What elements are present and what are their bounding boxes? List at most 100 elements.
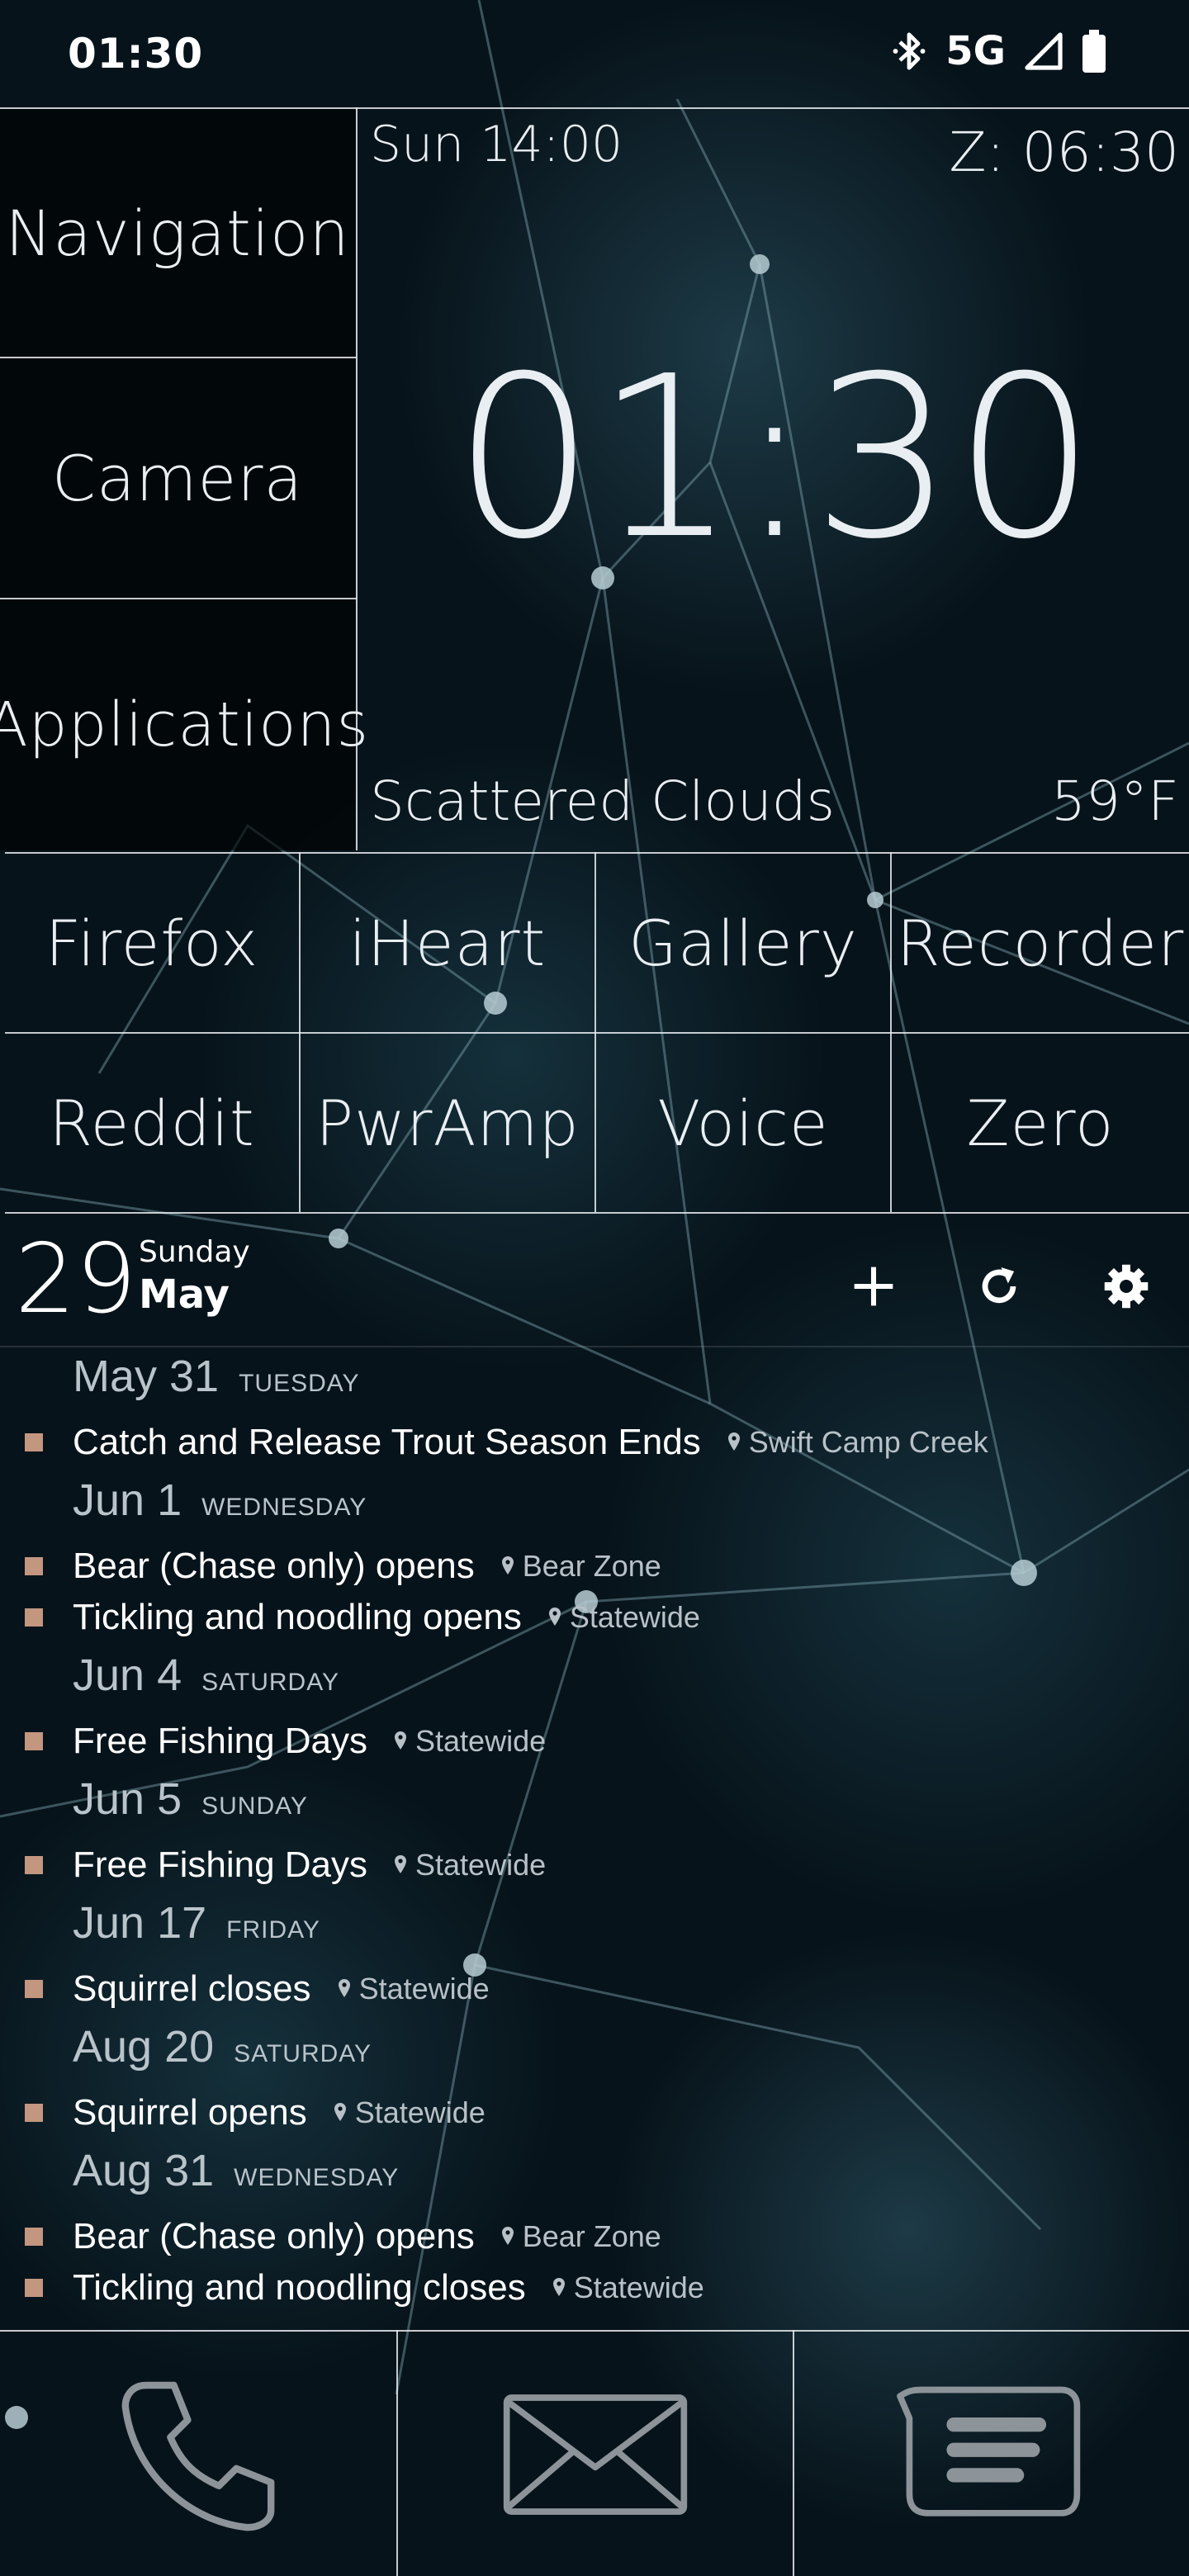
location-pin-icon <box>501 1556 514 1574</box>
app-gallery[interactable]: Gallery <box>596 854 890 1032</box>
status-icons: 5G <box>891 28 1106 74</box>
refresh-icon <box>982 1267 1016 1304</box>
app-label: PwrAmp <box>315 1086 580 1160</box>
next-alarm-day[interactable]: Sun 14:00 <box>370 116 623 173</box>
location-pin-icon <box>727 1432 740 1451</box>
navigation-label: Navigation <box>5 196 350 270</box>
event-location: Bear Zone <box>501 1549 661 1584</box>
phone-icon <box>121 2381 275 2531</box>
calendar-month: May <box>139 1271 230 1318</box>
applications-label: Applications <box>0 689 370 760</box>
calendar-weekday: Sunday <box>139 1235 250 1269</box>
alarm-time[interactable]: Z: 06:30 <box>949 121 1179 184</box>
event-color-marker <box>25 1433 43 1451</box>
app-recorder[interactable]: Recorder <box>892 854 1189 1032</box>
mail-button[interactable] <box>398 2333 793 2576</box>
event-color-marker <box>25 1557 43 1575</box>
app-label: Gallery <box>628 906 858 980</box>
status-time: 01:30 <box>68 30 204 78</box>
event-color-marker <box>25 1856 43 1874</box>
app-pwramp[interactable]: PwrAmp <box>301 1034 594 1212</box>
event-title: Free Fishing Days <box>73 1721 368 1761</box>
temperature[interactable]: 59°F <box>1051 769 1179 833</box>
event-location: Statewide <box>552 2271 704 2305</box>
event-title: Tickling and noodling opens <box>73 1597 522 1637</box>
app-label: Voice <box>657 1086 829 1160</box>
date-header: May 31 TUESDAY <box>73 1352 360 1401</box>
location-pin-icon <box>338 1979 350 1997</box>
event-item[interactable]: Bear (Chase only) opens Bear Zone <box>25 2216 661 2257</box>
app-label: Reddit <box>49 1086 255 1160</box>
date-header: Jun 4 SATURDAY <box>73 1650 340 1700</box>
event-item[interactable]: Bear (Chase only) opens Bear Zone <box>25 1546 661 1587</box>
network-type: 5G <box>945 28 1006 74</box>
app-label: Firefox <box>45 906 259 980</box>
event-location: Statewide <box>334 2095 486 2130</box>
messages-button[interactable] <box>794 2333 1189 2576</box>
phone-button[interactable] <box>0 2333 396 2576</box>
refresh-button[interactable] <box>966 1253 1032 1319</box>
settings-button[interactable] <box>1093 1253 1159 1319</box>
status-bar: 01:30 5G <box>0 0 1189 107</box>
location-pin-icon <box>548 1608 561 1626</box>
location-pin-icon <box>395 1855 407 1873</box>
date-header: Aug 20 SATURDAY <box>73 2022 372 2072</box>
event-title: Squirrel opens <box>73 2092 307 2133</box>
event-location: Swift Camp Creek <box>727 1425 988 1460</box>
event-color-marker <box>25 1732 43 1750</box>
messages-icon <box>897 2386 1081 2517</box>
date-header: Jun 17 FRIDAY <box>73 1898 320 1948</box>
event-location: Bear Zone <box>501 2219 661 2254</box>
event-item[interactable]: Catch and Release Trout Season Ends Swif… <box>25 1422 988 1463</box>
app-firefox[interactable]: Firefox <box>5 854 299 1032</box>
location-pin-icon <box>501 2227 514 2245</box>
event-title: Bear (Chase only) opens <box>73 1546 475 1586</box>
event-title: Tickling and noodling closes <box>73 2267 526 2308</box>
add-event-button[interactable] <box>841 1253 907 1319</box>
navigation-tile[interactable]: Navigation <box>0 109 355 357</box>
date-header: Jun 5 SUNDAY <box>73 1774 308 1824</box>
camera-label: Camera <box>51 441 304 515</box>
event-item[interactable]: Squirrel closes Statewide <box>25 1968 490 2010</box>
event-title: Free Fishing Days <box>73 1844 368 1885</box>
location-pin-icon <box>552 2278 565 2296</box>
event-color-marker <box>25 2104 43 2122</box>
event-title: Squirrel closes <box>73 1968 311 2009</box>
event-location: Statewide <box>394 1724 546 1759</box>
event-item[interactable]: Tickling and noodling opens Statewide <box>25 1597 700 1638</box>
dock <box>0 2333 1189 2576</box>
applications-tile[interactable]: Applications <box>0 599 368 850</box>
app-iheart[interactable]: iHeart <box>301 854 594 1032</box>
event-color-marker <box>25 1608 43 1627</box>
settings-icon <box>1104 1264 1149 1309</box>
event-item[interactable]: Free Fishing Days Statewide <box>25 1721 546 1762</box>
event-color-marker <box>25 2279 43 2297</box>
date-header: Aug 31 WEDNESDAY <box>73 2146 400 2195</box>
calendar-day-number: 29 <box>15 1224 137 1335</box>
app-label: Recorder <box>896 906 1185 980</box>
event-item[interactable]: Free Fishing Days Statewide <box>25 1844 546 1886</box>
date-header: Jun 1 WEDNESDAY <box>73 1475 367 1525</box>
event-item[interactable]: Tickling and noodling closes Statewide <box>25 2267 704 2308</box>
mail-icon <box>503 2394 688 2515</box>
camera-tile[interactable]: Camera <box>0 358 355 598</box>
location-pin-icon <box>395 1731 407 1750</box>
event-title: Bear (Chase only) opens <box>73 2216 475 2256</box>
calendar-header: 29 Sunday May <box>0 1217 1189 1346</box>
event-location: Statewide <box>394 1848 546 1882</box>
battery-icon <box>1082 30 1106 73</box>
app-label: iHeart <box>348 906 547 980</box>
big-clock[interactable]: 01:30 <box>370 347 1179 570</box>
app-label: Zero <box>966 1086 1115 1160</box>
location-pin-icon <box>334 2103 346 2121</box>
app-zero[interactable]: Zero <box>892 1034 1189 1212</box>
event-location: Statewide <box>548 1600 700 1635</box>
app-voice[interactable]: Voice <box>596 1034 890 1212</box>
bluetooth-icon <box>893 32 926 70</box>
event-item[interactable]: Squirrel opens Statewide <box>25 2092 486 2133</box>
add-icon <box>854 1267 893 1306</box>
event-location: Statewide <box>338 1972 490 2006</box>
weather-condition[interactable]: Scattered Clouds <box>370 769 835 833</box>
event-color-marker <box>25 2228 43 2246</box>
app-reddit[interactable]: Reddit <box>5 1034 299 1212</box>
